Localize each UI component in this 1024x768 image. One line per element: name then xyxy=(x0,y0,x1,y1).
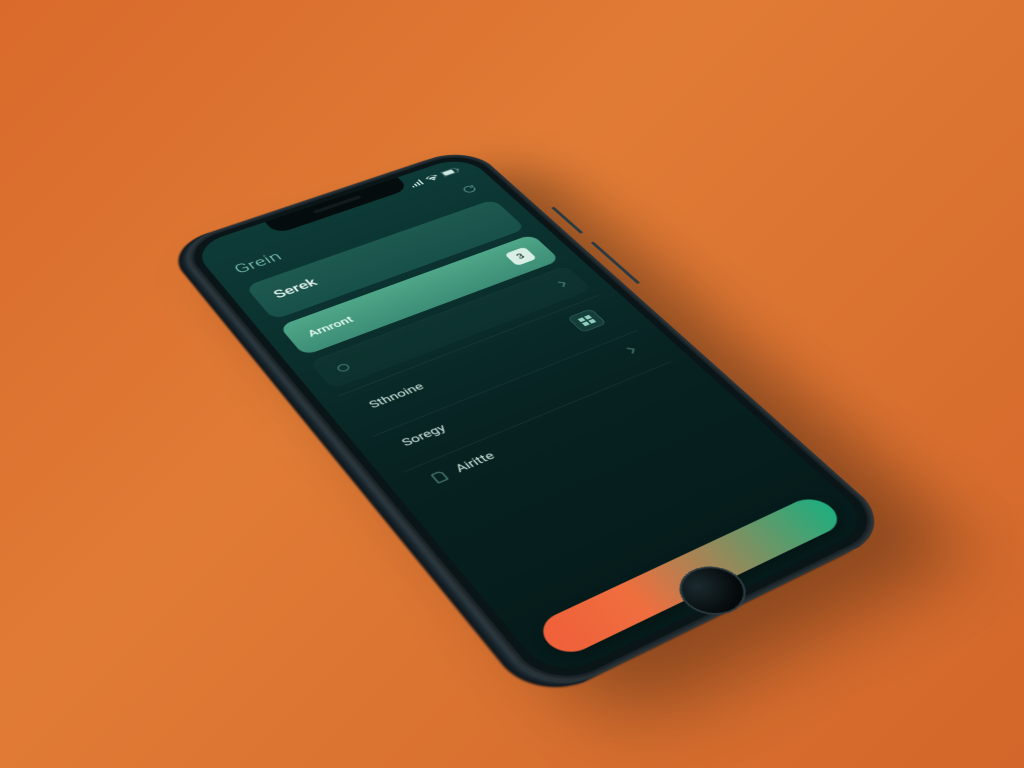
refresh-icon[interactable] xyxy=(458,183,481,197)
chevron-right-icon xyxy=(554,278,570,289)
list-item-label: Soregy xyxy=(398,421,448,448)
signal-icon xyxy=(408,179,425,188)
circle-icon xyxy=(334,361,353,373)
highlight-card-badge: 3 xyxy=(504,247,537,266)
screen: Grein Serek Arnront 3 xyxy=(190,155,875,682)
list-item-label: Sthnoine xyxy=(366,380,427,410)
primary-card-title: Serek xyxy=(270,276,320,301)
phone-mockup: Grein Serek Arnront 3 xyxy=(173,146,897,700)
battery-icon xyxy=(440,167,461,177)
grid-icon xyxy=(567,308,607,332)
document-icon xyxy=(430,469,450,483)
wifi-icon xyxy=(424,174,440,182)
volume-up-button xyxy=(551,211,583,238)
list-item-label: Airitte xyxy=(452,449,498,475)
phone-frame: Grein Serek Arnront 3 xyxy=(173,146,897,700)
highlight-card-label: Arnront xyxy=(305,314,356,339)
chevron-right-icon xyxy=(623,344,640,357)
